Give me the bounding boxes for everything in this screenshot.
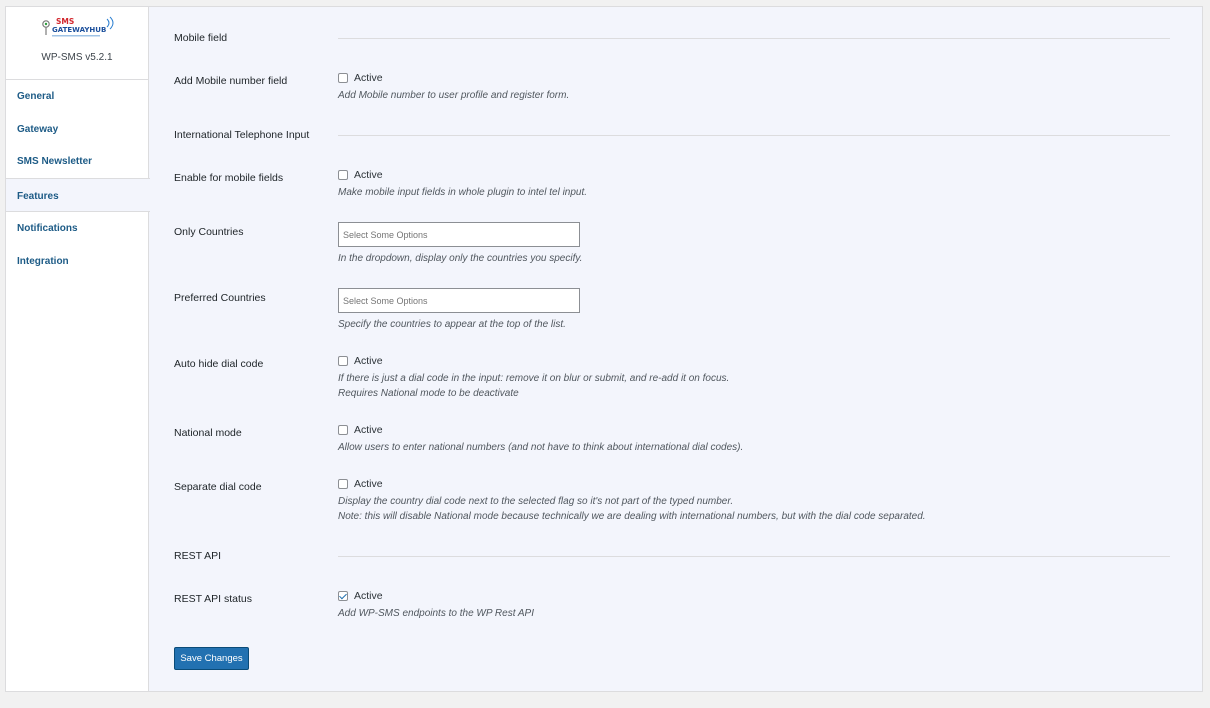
national-mode-checkbox-row[interactable]: Active [338,424,743,436]
add-mobile-checkbox[interactable] [338,73,348,83]
checkbox-label: Active [354,355,383,367]
field-enable-mobile: Active Make mobile input fields in whole… [338,169,587,200]
field-only-countries: Select Some Options In the dropdown, dis… [338,222,582,266]
field-add-mobile: Active Add Mobile number to user profile… [338,72,569,103]
field-rest-status: Active Add WP-SMS endpoints to the WP Re… [338,590,534,621]
section-divider [338,135,1170,136]
label-only-countries: Only Countries [174,226,244,238]
field-auto-hide: Active If there is just a dial code in t… [338,355,729,401]
nav-label: General [17,91,55,102]
label-preferred-countries: Preferred Countries [174,292,266,304]
add-mobile-description: Add Mobile number to user profile and re… [338,90,570,101]
rest-status-description: Add WP-SMS endpoints to the WP Rest API [338,608,535,619]
field-separate-dial: Active Display the country dial code nex… [338,478,926,524]
checkbox-label: Active [354,424,383,436]
rest-status-checkbox-row[interactable]: Active [338,590,534,602]
separate-dial-checkbox-row[interactable]: Active [338,478,926,490]
auto-hide-checkbox-row[interactable]: Active [338,355,729,367]
nav-item-general[interactable]: General [6,91,149,111]
save-changes-button[interactable]: Save Changes [174,647,249,670]
rest-status-checkbox[interactable] [338,591,348,601]
checkbox-label: Active [354,478,383,490]
nav-label: Notifications [17,223,78,234]
label-add-mobile: Add Mobile number field [174,75,288,87]
field-national-mode: Active Allow users to enter national num… [338,424,743,455]
checkbox-label: Active [354,169,383,181]
enable-mobile-description: Make mobile input fields in whole plugin… [338,187,588,198]
section-divider [338,556,1170,557]
description-line: Note: this will disable National mode be… [338,511,926,522]
svg-text:SMS: SMS [56,17,74,26]
national-mode-checkbox[interactable] [338,425,348,435]
nav-item-sms-newsletter[interactable]: SMS Newsletter [6,156,149,176]
preferred-countries-select[interactable]: Select Some Options [338,288,580,313]
section-title-mobile-field: Mobile field [174,32,228,44]
brand-block: SMS GATEWAYHUB WP-SMS v5.2.1 [6,7,148,80]
nav-label: Integration [17,256,69,267]
label-rest-status: REST API status [174,593,253,605]
nav-label: Features [17,191,59,202]
label-separate-dial: Separate dial code [174,481,262,493]
settings-main: Mobile field Add Mobile number field Act… [149,7,1202,691]
nav-item-integration[interactable]: Integration [6,256,149,276]
nav-label: Gateway [17,124,59,135]
section-title-intl-input: International Telephone Input [174,129,310,141]
settings-frame: SMS GATEWAYHUB WP-SMS v5.2.1 General Gat… [5,6,1203,692]
description-line: Display the country dial code next to th… [338,496,734,507]
nav-item-notifications[interactable]: Notifications [6,223,149,243]
enable-mobile-checkbox[interactable] [338,170,348,180]
description-line: If there is just a dial code in the inpu… [338,373,730,384]
add-mobile-checkbox-row[interactable]: Active [338,72,569,84]
only-countries-description: In the dropdown, display only the countr… [338,253,583,264]
separate-dial-description: Display the country dial code next to th… [338,494,926,524]
label-enable-mobile: Enable for mobile fields [174,172,284,184]
sms-gatewayhub-logo: SMS GATEWAYHUB [42,16,114,37]
field-preferred-countries: Select Some Options Specify the countrie… [338,288,580,332]
only-countries-select[interactable]: Select Some Options [338,222,580,247]
label-national-mode: National mode [174,427,242,439]
svg-text:GATEWAYHUB: GATEWAYHUB [52,26,106,34]
checkbox-label: Active [354,590,383,602]
nav-item-gateway[interactable]: Gateway [6,124,149,144]
checkbox-label: Active [354,72,383,84]
auto-hide-checkbox[interactable] [338,356,348,366]
sidebar: SMS GATEWAYHUB WP-SMS v5.2.1 General Gat… [6,7,150,691]
description-line: Requires National mode to be deactivate [338,388,519,399]
nav-item-features[interactable]: Features [6,178,150,212]
enable-mobile-checkbox-row[interactable]: Active [338,169,587,181]
separate-dial-checkbox[interactable] [338,479,348,489]
preferred-countries-description: Specify the countries to appear at the t… [338,319,566,330]
label-auto-hide: Auto hide dial code [174,358,264,370]
section-divider [338,38,1170,39]
national-mode-description: Allow users to enter national numbers (a… [338,442,744,453]
plugin-version: WP-SMS v5.2.1 [41,52,113,63]
section-title-rest-api: REST API [174,550,222,562]
nav-label: SMS Newsletter [17,156,93,167]
auto-hide-description: If there is just a dial code in the inpu… [338,371,729,401]
